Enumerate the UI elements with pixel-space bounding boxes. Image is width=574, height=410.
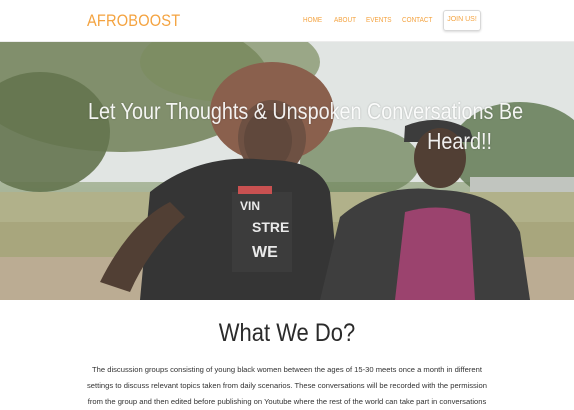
hero-title-line2: Heard!! xyxy=(427,128,492,154)
nav-item-home[interactable]: HOME xyxy=(303,15,322,24)
navbar: AFROBOOST HOME ABOUT EVENTS CONTACT JOIN… xyxy=(0,0,574,42)
join-us-label: JOIN US! xyxy=(447,16,477,23)
nav-item-about[interactable]: ABOUT xyxy=(334,15,356,24)
join-us-button[interactable]: JOIN US! xyxy=(443,10,481,31)
hero-title: Let Your Thoughts & Unspoken Conversatio… xyxy=(88,96,524,156)
brand-logo[interactable]: AFROBOOST xyxy=(87,11,180,31)
section-title: What We Do? xyxy=(218,319,356,347)
hero-photo: VIN STRE WE xyxy=(0,42,574,300)
nav-item-contact[interactable]: CONTACT xyxy=(402,15,432,24)
section-paragraph: The discussion groups consisting of youn… xyxy=(87,365,487,406)
hero-title-line1: Let Your Thoughts & Unspoken Conversatio… xyxy=(88,98,524,124)
nav-item-events[interactable]: EVENTS xyxy=(366,15,392,24)
hero-banner: VIN STRE WE Let Your Thoughts & Unspoken… xyxy=(0,42,574,300)
